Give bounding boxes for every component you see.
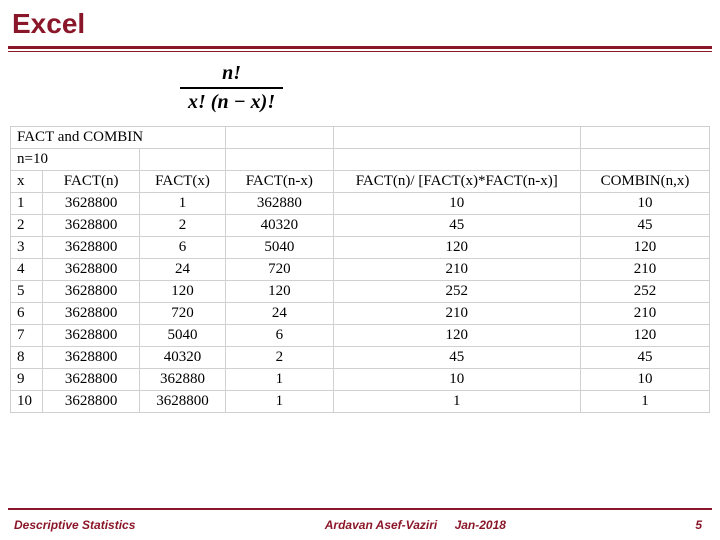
cell-div: 120 [333, 237, 580, 259]
cell-combin: 45 [580, 215, 709, 237]
table-row: 6362880072024210210 [11, 303, 710, 325]
cell-factnx: 1 [226, 391, 334, 413]
cell-div: 1 [333, 391, 580, 413]
data-table-container: FACT and COMBIN n=10 x FACT(n) FACT(x) F… [0, 126, 720, 413]
cell-factx: 40320 [140, 347, 226, 369]
cell-factnx: 24 [226, 303, 334, 325]
table-row: 9362880036288011010 [11, 369, 710, 391]
cell-factx: 120 [140, 281, 226, 303]
cell-factx: 3628800 [140, 391, 226, 413]
cell-factn: 3628800 [43, 325, 140, 347]
n-label: n=10 [11, 149, 140, 171]
cell-div: 45 [333, 215, 580, 237]
header-factnx: FACT(n-x) [226, 171, 334, 193]
cell-combin: 10 [580, 369, 709, 391]
cell-factnx: 5040 [226, 237, 334, 259]
table-row: 836288004032024545 [11, 347, 710, 369]
cell-x: 7 [11, 325, 43, 347]
footer-left: Descriptive Statistics [0, 518, 135, 532]
table-row: 236288002403204545 [11, 215, 710, 237]
footer-page: 5 [695, 518, 720, 532]
section-label: FACT and COMBIN [11, 127, 226, 149]
table-section-row: FACT and COMBIN [11, 127, 710, 149]
table-row: 53628800120120252252 [11, 281, 710, 303]
cell-combin: 210 [580, 259, 709, 281]
cell-x: 4 [11, 259, 43, 281]
cell-factnx: 720 [226, 259, 334, 281]
cell-x: 5 [11, 281, 43, 303]
cell-factn: 3628800 [43, 303, 140, 325]
footer-date: Jan-2018 [455, 518, 506, 532]
formula-numerator: n! [180, 62, 283, 87]
cell-factx: 362880 [140, 369, 226, 391]
cell-factnx: 120 [226, 281, 334, 303]
cell-factnx: 1 [226, 369, 334, 391]
cell-factnx: 6 [226, 325, 334, 347]
cell-factnx: 362880 [226, 193, 334, 215]
cell-div: 210 [333, 259, 580, 281]
cell-div: 45 [333, 347, 580, 369]
cell-factn: 3628800 [43, 237, 140, 259]
cell-x: 3 [11, 237, 43, 259]
table-row: 3362880065040120120 [11, 237, 710, 259]
cell-div: 210 [333, 303, 580, 325]
cell-x: 6 [11, 303, 43, 325]
formula-denominator: x! (n − x)! [180, 87, 283, 114]
cell-factnx: 40320 [226, 215, 334, 237]
cell-factn: 3628800 [43, 347, 140, 369]
cell-div: 252 [333, 281, 580, 303]
cell-x: 8 [11, 347, 43, 369]
cell-div: 10 [333, 369, 580, 391]
formula: n! x! (n − x)! [0, 62, 720, 114]
header-factn: FACT(n) [43, 171, 140, 193]
table-row: 4362880024720210210 [11, 259, 710, 281]
title-rule-thick [8, 46, 712, 49]
table-row: 1036288003628800111 [11, 391, 710, 413]
cell-combin: 252 [580, 281, 709, 303]
cell-combin: 1 [580, 391, 709, 413]
cell-factx: 2 [140, 215, 226, 237]
footer-author: Ardavan Asef-Vaziri [325, 518, 437, 532]
cell-combin: 10 [580, 193, 709, 215]
cell-factn: 3628800 [43, 193, 140, 215]
cell-factn: 3628800 [43, 259, 140, 281]
cell-combin: 120 [580, 325, 709, 347]
cell-div: 120 [333, 325, 580, 347]
cell-factx: 6 [140, 237, 226, 259]
cell-factx: 720 [140, 303, 226, 325]
cell-factx: 1 [140, 193, 226, 215]
cell-factnx: 2 [226, 347, 334, 369]
header-factx: FACT(x) [140, 171, 226, 193]
cell-factx: 5040 [140, 325, 226, 347]
cell-combin: 210 [580, 303, 709, 325]
cell-factn: 3628800 [43, 281, 140, 303]
table-header-row: x FACT(n) FACT(x) FACT(n-x) FACT(n)/ [FA… [11, 171, 710, 193]
cell-factn: 3628800 [43, 369, 140, 391]
cell-factx: 24 [140, 259, 226, 281]
table-n-row: n=10 [11, 149, 710, 171]
cell-combin: 120 [580, 237, 709, 259]
header-x: x [11, 171, 43, 193]
table-row: 1362880013628801010 [11, 193, 710, 215]
slide-title: Excel [0, 0, 720, 46]
cell-factn: 3628800 [43, 215, 140, 237]
title-rule-thin [8, 51, 712, 52]
cell-div: 10 [333, 193, 580, 215]
header-div: FACT(n)/ [FACT(x)*FACT(n-x)] [333, 171, 580, 193]
table-row: 7362880050406120120 [11, 325, 710, 347]
cell-x: 2 [11, 215, 43, 237]
cell-x: 9 [11, 369, 43, 391]
cell-x: 1 [11, 193, 43, 215]
cell-x: 10 [11, 391, 43, 413]
cell-factn: 3628800 [43, 391, 140, 413]
footer: Descriptive Statistics Ardavan Asef-Vazi… [0, 510, 720, 540]
cell-combin: 45 [580, 347, 709, 369]
header-combin: COMBIN(n,x) [580, 171, 709, 193]
footer-center: Ardavan Asef-Vaziri Jan-2018 [135, 518, 695, 532]
data-table: FACT and COMBIN n=10 x FACT(n) FACT(x) F… [10, 126, 710, 413]
